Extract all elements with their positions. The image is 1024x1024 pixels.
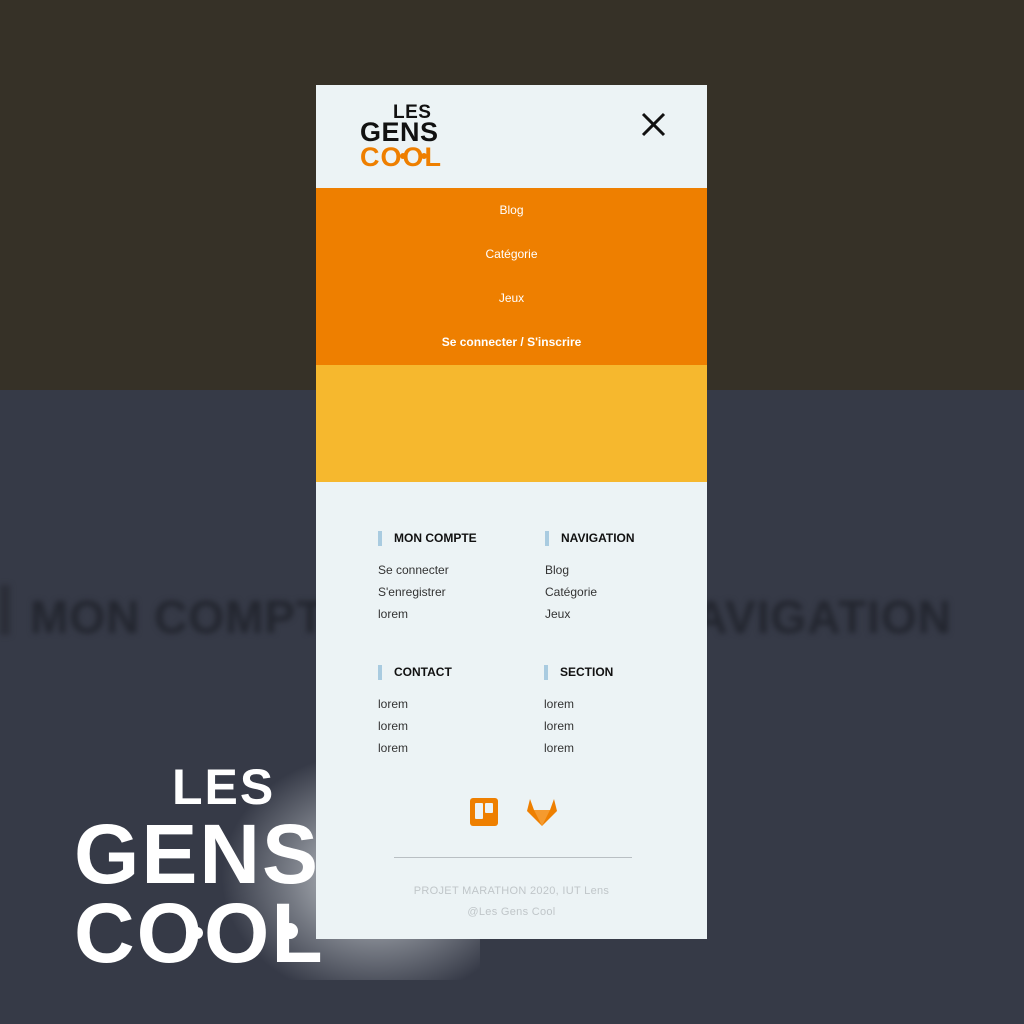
footer-link-lorem[interactable]: lorem	[378, 603, 477, 625]
mobile-header: LES GENS COOL	[316, 85, 707, 188]
mobile-screen: LES GENS COOL Blog Catégorie Jeux Se con…	[316, 85, 707, 939]
footer-link-s-enregistrer[interactable]: S'enregistrer	[378, 581, 477, 603]
footer-link-lorem[interactable]: lorem	[544, 737, 613, 759]
footer-heading-mon-compte: MON COMPTE	[394, 531, 477, 545]
close-menu-button[interactable]	[638, 109, 670, 141]
gitlab-icon	[527, 799, 557, 826]
footer-heading-navigation: NAVIGATION	[561, 531, 635, 545]
footer-mon-compte: MON COMPTE Se connecter S'enregistrer lo…	[378, 531, 477, 625]
footer-link-lorem[interactable]: lorem	[544, 715, 613, 737]
footer-link-lorem[interactable]: lorem	[378, 715, 452, 737]
footer-link-lorem[interactable]: lorem	[378, 737, 452, 759]
trello-icon	[470, 798, 498, 826]
close-icon	[641, 112, 666, 137]
logo-eye-left	[400, 153, 406, 159]
accent-bar	[378, 531, 382, 546]
footer-link-blog[interactable]: Blog	[545, 559, 635, 581]
footer-link-lorem[interactable]: lorem	[378, 693, 452, 715]
footer-link-se-connecter[interactable]: Se connecter	[378, 559, 477, 581]
menu-item-blog[interactable]: Blog	[316, 203, 707, 217]
accent-bar	[544, 665, 548, 680]
background-bar	[0, 585, 10, 635]
menu-item-login[interactable]: Se connecter / S'inscrire	[316, 335, 707, 349]
yellow-banner	[316, 365, 707, 482]
accent-bar	[545, 531, 549, 546]
trello-link[interactable]	[469, 797, 499, 832]
menu-item-categorie[interactable]: Catégorie	[316, 247, 707, 261]
footer-link-jeux[interactable]: Jeux	[545, 603, 635, 625]
footer-heading-section: SECTION	[560, 665, 614, 679]
background-heading-mon-compte: MON COMPTE	[30, 591, 357, 643]
logo-eye-right	[421, 153, 427, 159]
accent-bar	[378, 665, 382, 680]
footer-heading-contact: CONTACT	[394, 665, 452, 679]
footer-section: SECTION lorem lorem lorem	[544, 665, 613, 759]
footer-navigation: NAVIGATION Blog Catégorie Jeux	[545, 531, 635, 625]
footer-divider	[394, 857, 632, 858]
footer-contact: CONTACT lorem lorem lorem	[378, 665, 452, 759]
copyright-line1: PROJET MARATHON 2020, IUT Lens	[413, 885, 610, 897]
copyright-line2: @Les Gens Cool	[467, 906, 556, 918]
footer-link-categorie[interactable]: Catégorie	[545, 581, 635, 603]
menu-item-jeux[interactable]: Jeux	[316, 291, 707, 305]
footer-link-lorem[interactable]: lorem	[544, 693, 613, 715]
gitlab-link[interactable]	[526, 797, 558, 832]
mobile-menu: Blog Catégorie Jeux Se connecter / S'ins…	[316, 188, 707, 365]
site-logo[interactable]: LES GENS COOL	[360, 93, 480, 183]
